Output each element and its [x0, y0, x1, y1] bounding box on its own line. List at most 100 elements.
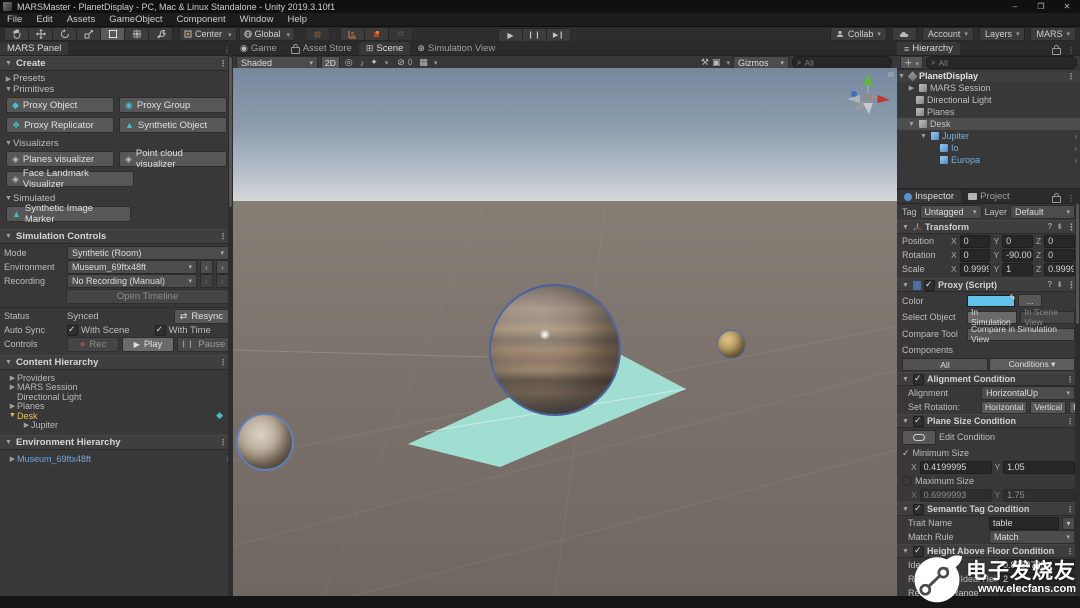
min-y-field[interactable]: 1.05	[1003, 461, 1075, 474]
tab-scene[interactable]: ⊞Scene	[359, 42, 410, 55]
point-cloud-visualizer-button[interactable]: ◈Point cloud visualizer	[119, 151, 227, 167]
scale-y-field[interactable]: 1	[1002, 263, 1033, 276]
resync-button[interactable]: ⇄ Resync	[174, 309, 229, 324]
panel-menu-icon[interactable]: ⋮	[221, 46, 233, 55]
position-y-field[interactable]: 0	[1002, 235, 1033, 248]
hier-item-planes[interactable]: Planes	[897, 106, 1080, 118]
tab-game[interactable]: ◉Game	[233, 42, 284, 55]
face-landmark-visualizer-button[interactable]: ◈Face Landmark Visualizer	[6, 171, 134, 187]
help-icon[interactable]: ?	[1047, 280, 1052, 291]
menu-edit[interactable]: Edit	[29, 14, 59, 25]
simulation-controls-header[interactable]: ▼Simulation Controls ⋮	[0, 229, 233, 244]
rotation-y-field[interactable]: -90.00	[1002, 249, 1033, 262]
audio-toggle-icon[interactable]: ♪	[358, 58, 367, 68]
layout-dropdown[interactable]: MARS	[1030, 27, 1076, 41]
trait-name-field[interactable]: table	[989, 517, 1059, 530]
tab-hierarchy[interactable]: ≡Hierarchy	[897, 42, 960, 55]
step-button[interactable]: ▶❙	[547, 28, 571, 42]
camera-settings-icon[interactable]: ▣	[712, 57, 721, 68]
hier-item-mars-session[interactable]: ▶MARS Session	[897, 82, 1080, 94]
proxy-replicator-button[interactable]: ❖Proxy Replicator	[6, 117, 114, 133]
sim-pause-button[interactable]: ❙❙Pause	[177, 337, 229, 352]
transform-tool-button[interactable]	[125, 27, 149, 41]
proxy-group-button[interactable]: ◉Proxy Group	[119, 97, 227, 113]
rotation-vertical-button[interactable]: Vertical	[1030, 401, 1066, 414]
rotate-tool-button[interactable]	[53, 27, 77, 41]
synthetic-image-marker-button[interactable]: ▲Synthetic Image Marker	[6, 206, 131, 222]
sim-play-button[interactable]: ▶Play	[122, 337, 174, 352]
collab-button[interactable]: Collab	[830, 27, 887, 41]
jupiter-planet[interactable]	[489, 284, 621, 416]
effects-toggle-icon[interactable]: ✦	[369, 57, 379, 68]
rotation-horizontal-button[interactable]: Horizontal	[981, 401, 1027, 414]
color-swatch[interactable]: ✎	[967, 295, 1015, 307]
position-z-field[interactable]: 0	[1044, 235, 1075, 248]
recording-dropdown[interactable]: No Recording (Manual)	[67, 274, 197, 288]
environment-hierarchy-header[interactable]: ▼Environment Hierarchy ⋮	[0, 435, 233, 450]
tab-asset-store[interactable]: Asset Store	[284, 42, 359, 55]
menu-component[interactable]: Component	[170, 14, 233, 25]
maximize-button[interactable]: ❐	[1028, 0, 1054, 13]
minimize-button[interactable]: –	[1002, 0, 1028, 13]
trait-dropdown-button[interactable]: ▾	[1062, 517, 1075, 530]
tab-mars-panel[interactable]: MARS Panel	[0, 42, 68, 55]
grid-visibility-icon[interactable]: ▦	[415, 57, 428, 68]
custom-tool-button[interactable]	[149, 27, 173, 41]
presets-icon[interactable]: ⇟	[1056, 222, 1063, 233]
lock-icon[interactable]	[1052, 196, 1061, 203]
rec-button[interactable]: ●Rec	[67, 337, 119, 352]
layers-dropdown[interactable]: Layers	[979, 27, 1026, 41]
content-item-planes[interactable]: ▶Planes	[8, 402, 229, 412]
environment-dropdown[interactable]: Museum_69ftx48ft	[67, 260, 197, 274]
proxy-enabled-checkbox[interactable]	[924, 280, 935, 291]
plane-size-enabled-checkbox[interactable]	[913, 416, 924, 427]
min-size-check-icon[interactable]: ✓	[902, 448, 910, 459]
tab-simulation-view[interactable]: ⊕Simulation View	[410, 42, 502, 55]
content-hierarchy-header[interactable]: ▼Content Hierarchy ⋮	[0, 355, 233, 370]
content-item-mars-session[interactable]: ▶MARS Session	[8, 383, 229, 393]
height-condition-header[interactable]: ▼ Height Above Floor Condition ⋮	[897, 544, 1080, 558]
content-item-jupiter[interactable]: ▶Jupiter	[8, 421, 229, 431]
semantic-tag-condition-header[interactable]: ▼ Semantic Tag Condition ⋮	[897, 502, 1080, 516]
components-conditions-button[interactable]: Conditions ▾	[989, 358, 1075, 371]
planes-visualizer-button[interactable]: ◈Planes visualizer	[6, 151, 114, 167]
inspector-scrollbar[interactable]	[1075, 202, 1080, 596]
in-scene-view-button[interactable]: In Scene View	[1020, 311, 1075, 324]
hier-item-directional-light[interactable]: Directional Light	[897, 94, 1080, 106]
height-enabled-checkbox[interactable]	[913, 546, 924, 557]
account-dropdown[interactable]: Account	[922, 27, 974, 41]
menu-help[interactable]: Help	[280, 14, 314, 25]
mode-dropdown[interactable]: Synthetic (Room)	[67, 246, 229, 260]
orientation-gizmo[interactable]	[847, 74, 890, 114]
proxy-object-button[interactable]: ◆Proxy Object	[6, 97, 114, 113]
play-button[interactable]: ▶	[498, 28, 523, 42]
scene-search-input[interactable]	[804, 58, 887, 68]
open-timeline-button[interactable]: Open Timeline	[66, 289, 229, 304]
prefab-arrow-icon[interactable]: ›	[1074, 132, 1077, 141]
ideal-height-field[interactable]: 0.8083788	[999, 559, 1075, 572]
presets-icon[interactable]: ⇟	[1056, 280, 1063, 291]
max-x-field[interactable]: 0.6999993	[920, 489, 992, 502]
primitives-foldout[interactable]: ▼Primitives	[0, 84, 233, 95]
scale-x-field[interactable]: 0.9999	[960, 263, 991, 276]
hand-tool-button[interactable]	[4, 27, 29, 41]
hier-item-desk[interactable]: ▼Desk	[897, 118, 1080, 130]
edit-condition-button[interactable]	[902, 430, 936, 445]
content-item-desk[interactable]: ▼Desk◆	[8, 411, 229, 421]
scale-tool-button[interactable]	[77, 27, 101, 41]
gizmo-lock-icon[interactable]	[888, 72, 894, 77]
min-x-field[interactable]: 0.4199995	[920, 461, 992, 474]
compare-button[interactable]: Compare in Simulation View	[967, 328, 1075, 341]
hierarchy-menu-icon[interactable]: ⋮	[1065, 46, 1077, 55]
semantic-enabled-checkbox[interactable]	[913, 504, 924, 515]
hier-item-io[interactable]: Io›	[897, 142, 1080, 154]
environment-prev-button[interactable]: ‹	[200, 260, 213, 274]
camera-dropdown-icon[interactable]	[723, 57, 730, 68]
scene-viewport[interactable]	[233, 68, 897, 596]
alignment-condition-header[interactable]: ▼ Alignment Condition ⋮	[897, 372, 1080, 386]
in-simulation-button[interactable]: In Simulation	[967, 311, 1017, 324]
create-section-header[interactable]: ▼ Create ⋮	[0, 56, 233, 71]
help-icon[interactable]: ?	[1047, 222, 1052, 233]
scene-row-planetdisplay[interactable]: ▼ PlanetDisplay ⋮	[897, 70, 1080, 82]
require-in-range-checkbox[interactable]	[999, 588, 1010, 597]
